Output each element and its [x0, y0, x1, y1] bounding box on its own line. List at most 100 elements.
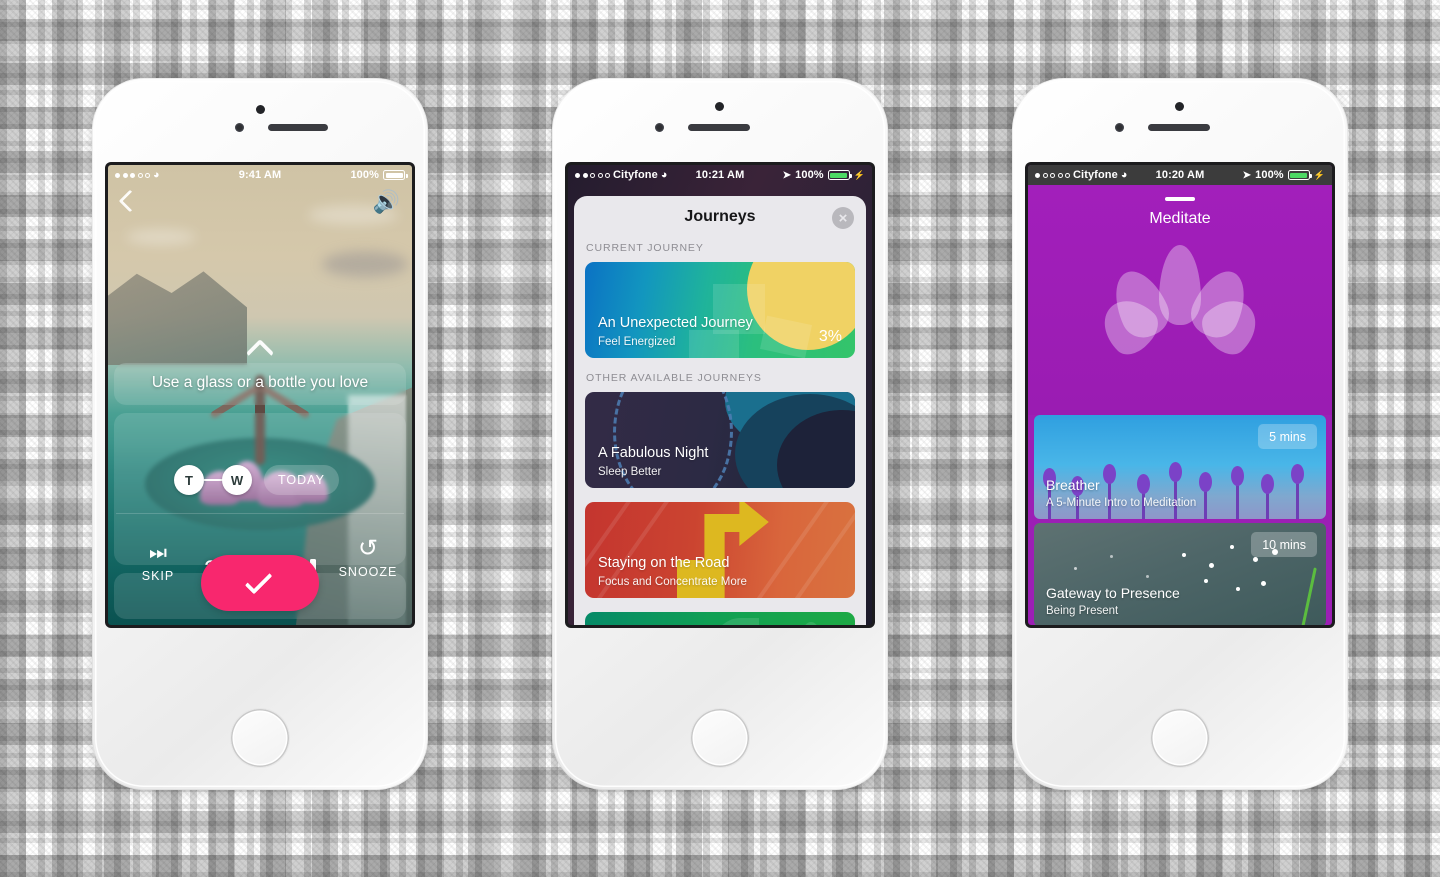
carrier-label: Cityfone [1073, 169, 1118, 181]
lavender-decor [1231, 466, 1244, 519]
skip-forward-icon: ⏭ [149, 542, 167, 564]
battery-icon [1287, 170, 1313, 180]
journey-subtitle: Feel Energized [598, 336, 676, 348]
journey-card-current[interactable]: An Unexpected Journey Feel Energized 3% [585, 262, 855, 358]
phone2-top-bezel [552, 78, 888, 156]
day-circle-w[interactable]: W [222, 465, 252, 495]
meditation-list: 5 mins Breather A 5-Minute Intro to Medi… [1028, 415, 1332, 625]
mountain-decor [108, 271, 247, 365]
page-title: Journeys [684, 208, 756, 225]
rotate-back-icon: ↺ [357, 535, 379, 562]
seed-decor [1204, 579, 1208, 583]
home-button[interactable] [1151, 709, 1209, 767]
status-left: ◕ [115, 169, 160, 181]
location-arrow-icon: ➤ [782, 169, 792, 181]
seed-decor [1261, 581, 1266, 586]
phone-device-1: ◕ 9:41 AM 100% 🔊 Use a glass or a bottle… [92, 78, 428, 790]
meditation-subtitle: A 5-Minute Intro to Meditation [1046, 497, 1197, 509]
journey-subtitle: Sleep Better [598, 466, 662, 478]
earpiece-speaker-icon [1148, 124, 1210, 131]
meditate-header: Meditate [1028, 185, 1332, 415]
close-icon[interactable]: × [832, 207, 854, 229]
signal-dots-icon [115, 172, 150, 178]
journey-card-eating[interactable]: Celebrating Healthy Eating Lose Weight a… [585, 612, 855, 625]
seed-decor [1253, 557, 1258, 562]
battery-percent-label: 100% [1255, 169, 1284, 181]
wifi-icon: ◕ [660, 169, 668, 181]
phone2-status-bar: Cityfone ◕ 10:21 AM ➤ 100% ⚡ [568, 165, 872, 185]
status-right: ➤ 100% ⚡ [1243, 169, 1325, 181]
lightning-icon: ⚡ [1313, 169, 1325, 180]
snooze-button[interactable]: ↺ SNOOZE [330, 535, 406, 580]
sheet-grabber[interactable] [1165, 197, 1195, 201]
journey-title: An Unexpected Journey [598, 315, 753, 331]
location-arrow-icon: ➤ [1242, 169, 1252, 181]
meditate-screen: Cityfone ◕ 10:20 AM ➤ 100% ⚡ Meditate 5 … [1028, 165, 1332, 625]
lavender-decor [1261, 474, 1274, 519]
journey-subtitle: Focus and Concentrate More [598, 576, 747, 588]
seed-decor [1236, 587, 1240, 591]
battery-percent-label: 100% [350, 169, 379, 181]
divider [116, 513, 404, 514]
speaker-icon[interactable]: 🔊 [373, 191, 400, 213]
section-label-current: CURRENT JOURNEY [586, 242, 704, 254]
confirm-button[interactable] [201, 555, 319, 611]
seed-decor [1074, 567, 1077, 570]
lavender-decor [1291, 464, 1304, 519]
proximity-sensor-icon [1175, 102, 1184, 111]
phone-device-3: Cityfone ◕ 10:20 AM ➤ 100% ⚡ Meditate 5 … [1012, 78, 1348, 790]
stripe-decor [750, 502, 840, 598]
status-right: ➤ 100% ⚡ [783, 169, 865, 181]
battery-icon [827, 170, 853, 180]
status-left: Cityfone ◕ [575, 169, 668, 181]
seed-decor [1230, 545, 1234, 549]
duration-badge: 10 mins [1251, 532, 1317, 557]
phone3-top-bezel [1012, 78, 1348, 156]
phone1-screen: ◕ 9:41 AM 100% 🔊 Use a glass or a bottle… [108, 165, 412, 625]
phone2-screen: Cityfone ◕ 10:21 AM ➤ 100% ⚡ Journeys × … [568, 165, 872, 625]
meditation-subtitle: Being Present [1046, 605, 1119, 617]
journey-card-road[interactable]: Staying on the Road Focus and Concentrat… [585, 502, 855, 598]
front-camera-icon [655, 123, 664, 132]
ritual-tip-text: Use a glass or a bottle you love [151, 374, 369, 391]
leaf-decor [713, 618, 759, 625]
battery-icon [383, 170, 408, 180]
day-streak-strip: T W TODAY [108, 465, 412, 509]
phone-device-2: Cityfone ◕ 10:21 AM ➤ 100% ⚡ Journeys × … [552, 78, 888, 790]
meditation-title: Gateway to Presence [1046, 585, 1180, 601]
page-title: Meditate [1149, 210, 1211, 227]
earpiece-speaker-icon [268, 124, 328, 131]
today-pill[interactable]: TODAY [264, 465, 339, 495]
lightning-icon: ⚡ [853, 169, 865, 180]
meditation-card-breather[interactable]: 5 mins Breather A 5-Minute Intro to Medi… [1034, 415, 1326, 519]
home-button[interactable] [691, 709, 749, 767]
skip-button[interactable]: ⏭ SKIP [120, 543, 196, 583]
phone3-screen: Cityfone ◕ 10:20 AM ➤ 100% ⚡ Meditate 5 … [1028, 165, 1332, 625]
skip-label: SKIP [141, 569, 175, 583]
carrier-label: Cityfone [613, 169, 658, 181]
leaf-decor [797, 622, 825, 625]
home-button[interactable] [231, 709, 289, 767]
cloud-decor [322, 251, 408, 277]
day-circle-t[interactable]: T [174, 465, 204, 495]
shape-decor [689, 330, 739, 358]
back-chevron-icon[interactable] [118, 189, 142, 213]
wifi-icon: ◕ [153, 169, 160, 181]
section-label-other: OTHER AVAILABLE JOURNEYS [586, 372, 762, 384]
meditation-card-gateway[interactable]: 10 mins Gateway to Presence Being Presen… [1034, 523, 1326, 625]
seed-decor [1146, 575, 1149, 578]
front-camera-icon [235, 123, 244, 132]
journey-card-night[interactable]: A Fabulous Night Sleep Better [585, 392, 855, 488]
proximity-sensor-icon [256, 105, 265, 114]
stripe-decor [788, 502, 855, 598]
battery-percent-label: 100% [795, 169, 824, 181]
dandelion-stem-decor [1300, 567, 1317, 625]
journeys-sheet: Journeys × CURRENT JOURNEY An Unexpected… [574, 196, 866, 625]
wifi-icon: ◕ [1120, 169, 1128, 181]
front-camera-icon [1115, 123, 1124, 132]
phone1-nav-row: 🔊 [108, 189, 412, 225]
signal-dots-icon [575, 172, 610, 178]
journey-title: A Fabulous Night [598, 445, 709, 461]
lavender-decor [1199, 472, 1212, 519]
journeys-screen: Cityfone ◕ 10:21 AM ➤ 100% ⚡ Journeys × … [568, 165, 872, 625]
